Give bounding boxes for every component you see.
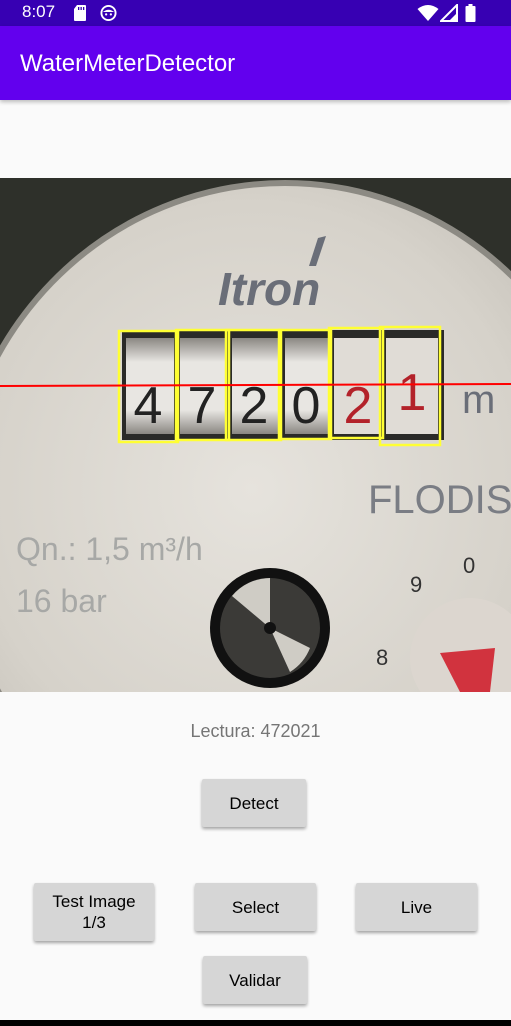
flow-label: Qn.: 1,5 m³/h [16,531,203,567]
meter-image: Itron 4 7 2 0 2 1 m FLODIS Qn.: 1,5 m³/h… [0,178,511,692]
dial-number: 8 [376,645,388,670]
reading-text: Lectura: 472021 [190,721,321,741]
navigation-bar [0,1020,511,1026]
wifi-icon [417,5,439,21]
app-bar: WaterMeterDetector [0,26,511,100]
app-title: WaterMeterDetector [20,50,236,77]
live-button[interactable]: Live [356,883,477,931]
status-bar: 8:07 [0,0,511,26]
reading-label: Lectura: 472021 [0,721,511,742]
sd-card-icon [74,5,86,21]
digit-6: 1 [398,364,427,422]
brand-logo: Itron [218,263,320,315]
dial-number: 9 [410,572,422,597]
dial-number: 0 [463,553,475,578]
pressure-label: 16 bar [16,583,107,619]
battery-icon [465,4,476,22]
test-image-button[interactable]: Test Image 1/3 [34,883,154,941]
detect-button[interactable]: Detect [202,779,306,827]
meter-photo: Itron 4 7 2 0 2 1 m FLODIS Qn.: 1,5 m³/h… [0,178,511,692]
face-icon [100,4,117,22]
model-label: FLODIS - S [368,478,511,522]
validar-button[interactable]: Validar [203,956,307,1004]
signal-icon [440,4,458,22]
status-time: 8:07 [22,2,56,21]
digit-5: 2 [344,377,373,435]
select-button[interactable]: Select [195,883,316,931]
